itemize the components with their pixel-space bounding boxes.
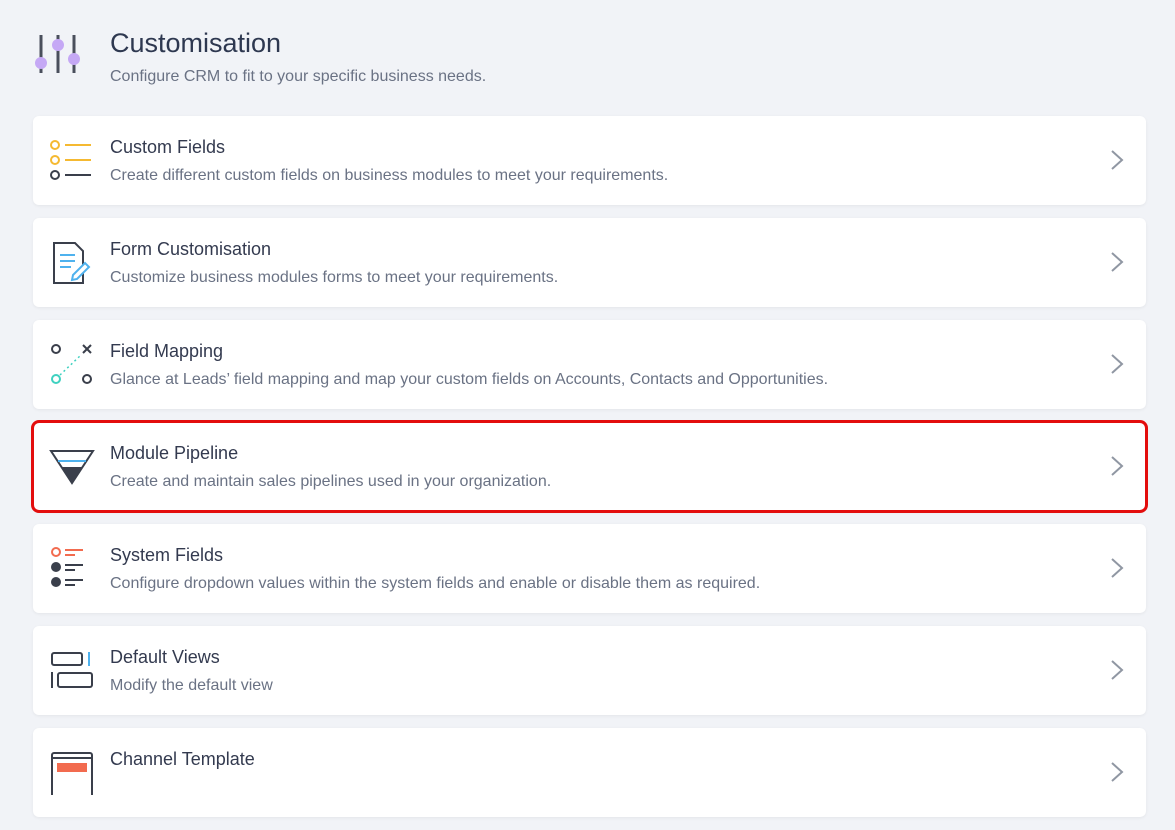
card-description: Create and maintain sales pipelines used… (110, 473, 552, 490)
customisation-list: Custom Fields Create different custom fi… (31, 116, 1148, 830)
card-description: Customize business modules forms to meet… (110, 269, 559, 286)
card-form-customisation[interactable]: Form Customisation Customize business mo… (33, 218, 1146, 307)
chevron-right-icon (1111, 456, 1124, 476)
chevron-right-icon (1111, 252, 1124, 272)
card-description: Create different custom fields on busine… (110, 167, 669, 184)
card-title: Field Mapping (110, 341, 224, 361)
channel-template-icon (51, 752, 93, 795)
card-module-pipeline[interactable]: Module Pipeline Create and maintain sale… (31, 420, 1148, 513)
chevron-right-icon (1111, 558, 1124, 578)
card-channel-template[interactable]: Channel Template (33, 728, 1146, 817)
chevron-right-icon (1111, 660, 1124, 680)
chevron-right-icon (1111, 762, 1124, 782)
system-fields-icon (51, 547, 83, 587)
form-edit-icon (53, 242, 91, 284)
card-description: Glance at Leads’ field mapping and map y… (110, 371, 829, 388)
card-title: Default Views (110, 647, 220, 667)
card-title: Custom Fields (110, 137, 226, 157)
custom-fields-icon (50, 140, 91, 180)
funnel-icon (49, 450, 95, 485)
card-title: Form Customisation (110, 239, 272, 259)
card-description: Configure dropdown values within the sys… (110, 575, 761, 592)
card-custom-fields[interactable]: Custom Fields Create different custom fi… (33, 116, 1146, 205)
card-system-fields[interactable]: System Fields Configure dropdown values … (33, 524, 1146, 613)
sliders-icon (35, 35, 80, 73)
card-field-mapping[interactable]: Field Mapping Glance at Leads’ field map… (33, 320, 1146, 409)
page-subtitle: Configure CRM to fit to your specific bu… (110, 68, 487, 85)
chevron-right-icon (1111, 150, 1124, 170)
page-title: Customisation (110, 28, 282, 58)
card-title: Channel Template (110, 749, 255, 769)
card-title: Module Pipeline (110, 443, 239, 463)
field-mapping-icon (51, 344, 92, 384)
card-description: Modify the default view (110, 677, 273, 694)
default-views-icon (51, 652, 93, 688)
card-default-views[interactable]: Default Views Modify the default view (33, 626, 1146, 715)
card-title: System Fields (110, 545, 224, 565)
page-header: Customisation Configure CRM to fit to yo… (33, 28, 1133, 98)
chevron-right-icon (1111, 354, 1124, 374)
